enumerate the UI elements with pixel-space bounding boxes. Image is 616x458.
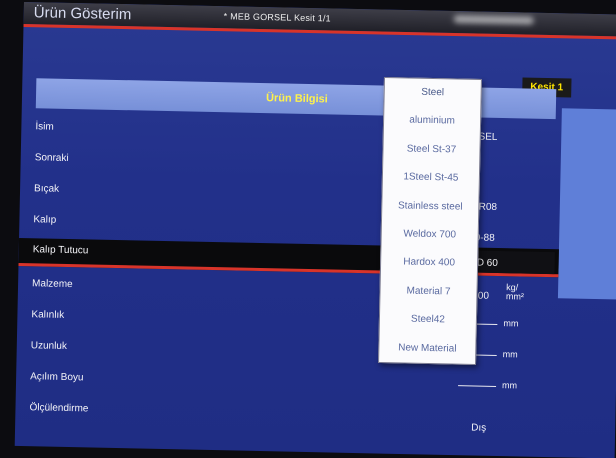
field-label: Kalıp Tutucu [32, 244, 89, 257]
material-option[interactable]: Steel [384, 78, 481, 108]
field-unit: mm [503, 318, 519, 329]
material-option[interactable]: Steel St-37 [383, 135, 480, 165]
field-label: Uzunluk [30, 340, 68, 352]
app-screen: Ürün Gösterim * MEB GORSEL Kesit 1/1 Kes… [14, 2, 616, 458]
material-option[interactable]: aluminium [384, 106, 481, 136]
material-option[interactable]: Weldox 700 [381, 220, 478, 250]
material-option[interactable]: Stainless steel [382, 192, 479, 222]
field-unit: mm [502, 349, 518, 360]
preview-panel [557, 108, 616, 300]
field-label: Bıçak [33, 183, 60, 195]
material-dropdown[interactable]: Steel aluminium Steel St-37 1Steel St-45… [378, 77, 482, 365]
material-option[interactable]: 1Steel St-45 [383, 163, 480, 193]
field-value: Dış [471, 422, 487, 434]
document-title: * MEB GORSEL Kesit 1/1 [223, 11, 331, 24]
field-label: Sonraki [34, 152, 69, 164]
field-label: Malzeme [31, 278, 73, 291]
field-label: Ölçülendirme [29, 402, 89, 415]
screen-glare [453, 15, 534, 25]
material-option[interactable]: Steel42 [380, 305, 477, 335]
field-label: Kalınlık [31, 309, 65, 321]
section-title: Ürün Bilgisi [265, 92, 328, 106]
field-label: İsim [35, 121, 54, 133]
field-label: Açılım Boyu [30, 371, 84, 384]
material-option[interactable]: New Material [379, 333, 476, 363]
field-unit: kg/ mm² [505, 282, 525, 302]
field-unit: mm [501, 380, 518, 391]
title-bar: Ürün Gösterim * MEB GORSEL Kesit 1/1 [23, 2, 616, 40]
value-underline [458, 385, 497, 387]
material-option[interactable]: Material 7 [380, 277, 477, 307]
app-title: Ürün Gösterim [33, 4, 132, 24]
material-option[interactable]: Hardox 400 [381, 248, 478, 278]
field-label: Kalıp [33, 214, 57, 226]
